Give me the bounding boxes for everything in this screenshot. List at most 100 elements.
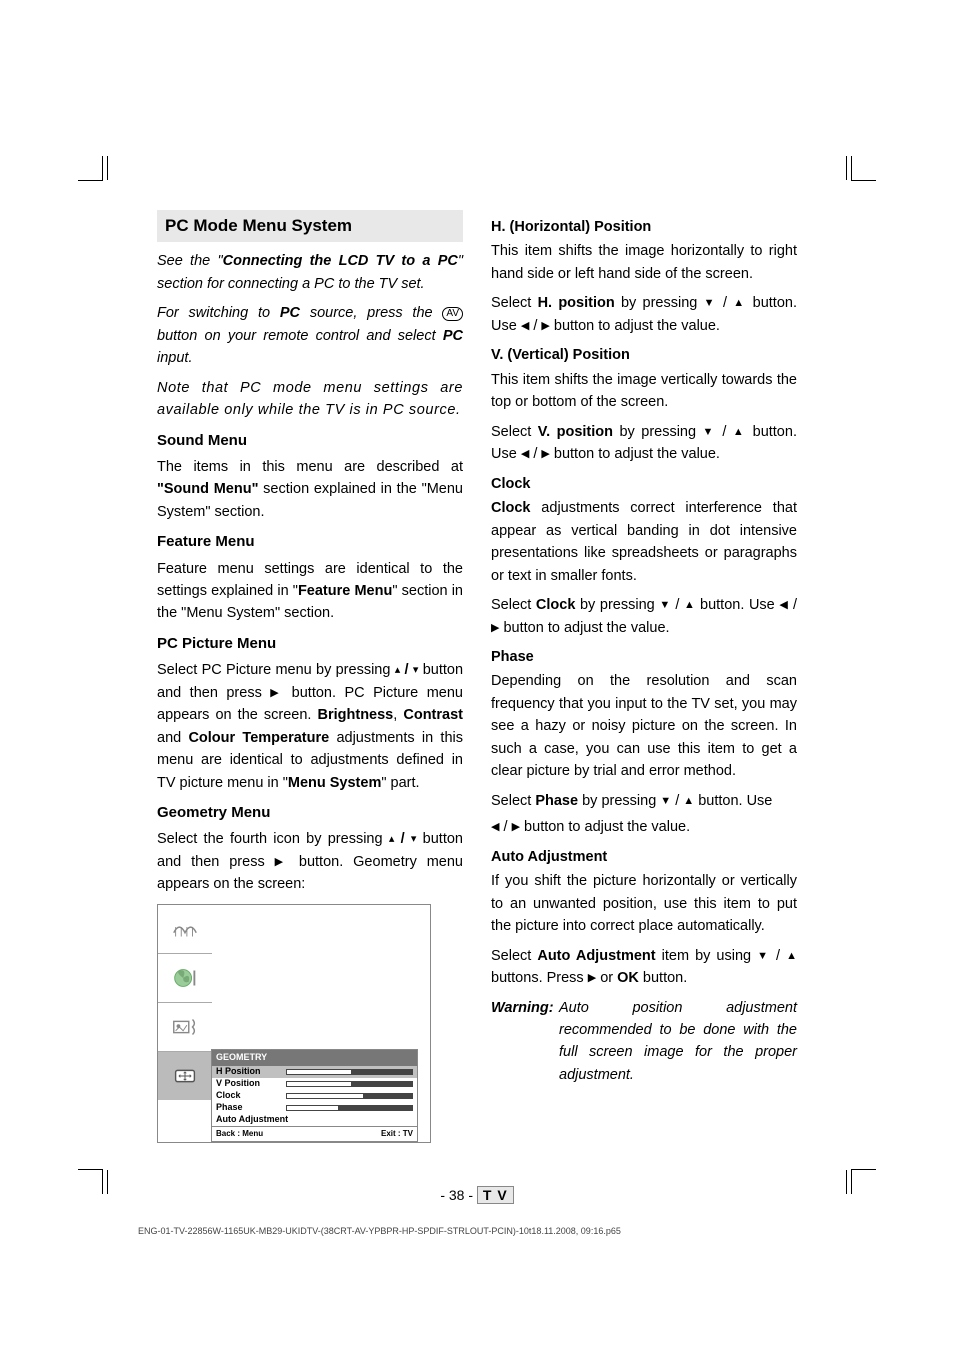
phase-heading: Phase	[491, 646, 797, 668]
text: For switching to	[157, 305, 280, 321]
text: source, press the	[300, 305, 442, 321]
intro-1: See the "Connecting the LCD TV to a PC" …	[157, 250, 463, 295]
slider	[286, 1093, 413, 1099]
slash: /	[788, 597, 797, 613]
file-info-line: ENG-01-TV-22856W-1165UK-MB29-UKIDTV-(38C…	[138, 1225, 954, 1239]
hpos-para: This item shifts the image horizontally …	[491, 240, 797, 285]
feature-icon	[158, 954, 212, 1003]
auto-select: Select Auto Adjustment item by using ▼ /…	[491, 945, 797, 990]
up-icon: ▲	[684, 599, 695, 611]
intro-3: Note that PC mode menu settings are avai…	[157, 377, 463, 422]
text: See the "	[157, 253, 223, 269]
hpos-heading: H. (Horizontal) Position	[491, 216, 797, 238]
text: Select	[491, 295, 538, 311]
bold: Colour Temperature	[188, 730, 329, 746]
bold: Clock	[536, 597, 576, 613]
text: button on your remote control and select	[157, 328, 443, 344]
bold: OK	[617, 970, 639, 986]
slider	[286, 1105, 413, 1111]
clock-heading: Clock	[491, 473, 797, 495]
sound-icon	[158, 905, 212, 954]
auto-heading: Auto Adjustment	[491, 846, 797, 868]
right-icon: ▶	[275, 856, 289, 868]
slash: /	[529, 446, 541, 462]
text: Select the fourth icon by pressing	[157, 831, 389, 847]
text: ,	[393, 707, 403, 723]
text: by pressing	[578, 793, 660, 809]
slash: /	[499, 819, 511, 835]
auto-para: If you shift the picture horizontally or…	[491, 870, 797, 937]
slash: /	[671, 597, 684, 613]
slash: /	[717, 295, 734, 311]
bold: V. position	[538, 424, 613, 440]
page-content: PC Mode Menu System See the "Connecting …	[157, 0, 797, 1207]
up-icon: ▲	[786, 950, 797, 962]
submenu-footer: Back : Menu Exit : TV	[212, 1126, 417, 1141]
phase-select-2: ◀ / ▶ button to adjust the value.	[491, 816, 797, 838]
down-icon: ▼	[659, 599, 670, 611]
bold: Menu System	[288, 775, 381, 791]
slash: /	[770, 948, 786, 964]
right-icon: ▶	[512, 821, 520, 833]
slash: /	[716, 424, 733, 440]
text: buttons. Press	[491, 970, 588, 986]
text: button to adjust the value.	[520, 819, 690, 835]
down-icon: ▼	[703, 426, 716, 438]
page-footer: - 38 - T V	[157, 1185, 797, 1207]
geom-row-auto: Auto Adjustment	[212, 1114, 417, 1126]
crop-mark-bl	[78, 1169, 103, 1194]
right-column: H. (Horizontal) Position This item shift…	[491, 210, 797, 1143]
row-label: Auto Adjustment	[216, 1113, 288, 1127]
text: button to adjust the value.	[499, 620, 669, 636]
text: Select	[491, 424, 538, 440]
text: The items in this menu are described at	[157, 459, 463, 475]
sound-menu-para: The items in this menu are described at …	[157, 456, 463, 523]
geometry-heading: Geometry Menu	[157, 801, 463, 824]
feature-menu-heading: Feature Menu	[157, 530, 463, 553]
text: button. Use	[695, 597, 779, 613]
warning-text: Auto position adjustment recommended to …	[559, 997, 797, 1087]
phase-para: Depending on the resolution and scan fre…	[491, 670, 797, 782]
text: by pressing	[613, 424, 703, 440]
geometry-para: Select the fourth icon by pressing ▴ / ▾…	[157, 828, 463, 895]
bold: Contrast	[403, 707, 463, 723]
up-icon: ▲	[733, 297, 746, 309]
text: button to adjust the value.	[550, 318, 720, 334]
picture-icon	[158, 1003, 212, 1052]
vpos-select: Select V. position by pressing ▼ / ▲ but…	[491, 421, 797, 466]
bold: Brightness	[318, 707, 394, 723]
intro-2: For switching to PC source, press the AV…	[157, 302, 463, 369]
crop-mark-br	[851, 1169, 876, 1194]
geometry-icon	[158, 1052, 212, 1100]
bold: Connecting the LCD TV to a PC	[223, 253, 458, 269]
bold: Phase	[535, 793, 578, 809]
bold: "Sound Menu"	[157, 481, 258, 497]
text: or	[596, 970, 617, 986]
slash: /	[529, 318, 541, 334]
geometry-osd-screenshot: GEOMETRY H Position V Position Clock	[157, 904, 431, 1143]
feature-menu-para: Feature menu settings are identical to t…	[157, 558, 463, 625]
up-icon: ▲	[733, 426, 746, 438]
down-icon: ▼	[704, 297, 717, 309]
warning-block: Warning: Auto position adjustment recomm…	[491, 997, 797, 1087]
vpos-para: This item shifts the image vertically to…	[491, 369, 797, 414]
bold: Auto Adjustment	[537, 948, 655, 964]
slash: /	[400, 662, 413, 678]
section-title: PC Mode Menu System	[157, 210, 463, 242]
av-button-icon: AV	[442, 307, 463, 321]
sound-menu-heading: Sound Menu	[157, 429, 463, 452]
pc-picture-heading: PC Picture Menu	[157, 632, 463, 655]
crop-mark-tl	[78, 156, 103, 181]
crop-mark-tr	[851, 156, 876, 181]
text: by pressing	[575, 597, 659, 613]
bold: Feature Menu	[298, 583, 392, 599]
text: Select	[491, 793, 535, 809]
text: Select PC Picture menu by pressing	[157, 662, 395, 678]
geometry-submenu: GEOMETRY H Position V Position Clock	[211, 1049, 418, 1142]
foot-back: Back : Menu	[216, 1128, 263, 1140]
osd-empty-area: GEOMETRY H Position V Position Clock	[212, 905, 430, 1142]
text: adjustments correct interference that ap…	[491, 500, 797, 583]
clock-para: Clock adjustments correct interference t…	[491, 497, 797, 587]
slider	[286, 1069, 413, 1075]
phase-select-1: Select Phase by pressing ▼ / ▲ button. U…	[491, 790, 797, 812]
